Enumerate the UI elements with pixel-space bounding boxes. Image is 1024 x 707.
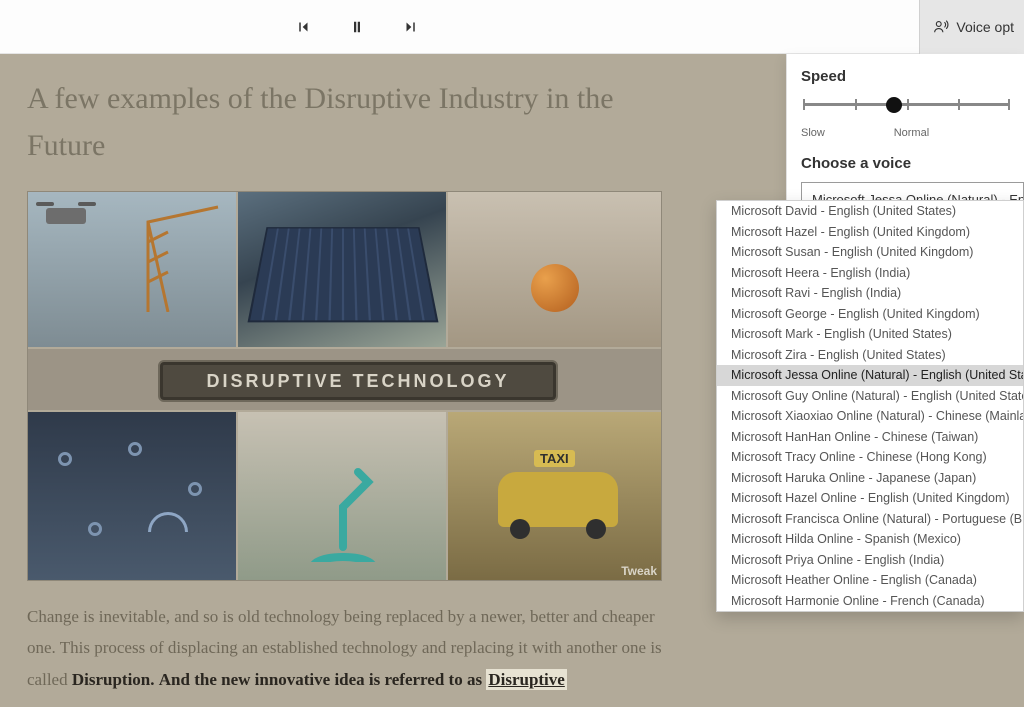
network-node-icon xyxy=(88,522,102,536)
voice-option[interactable]: Microsoft Heera - English (India) xyxy=(717,263,1023,284)
slider-tick xyxy=(907,99,909,110)
watermark-label: Tweak xyxy=(621,564,657,578)
previous-button[interactable] xyxy=(290,14,316,40)
article-image-collage: DISRUPTIVE TECHNOLOGY TAXI Tweak xyxy=(27,191,662,581)
voice-option[interactable]: Microsoft Xiaoxiao Online (Natural) - Ch… xyxy=(717,406,1023,427)
pause-icon xyxy=(348,18,366,36)
drone-icon xyxy=(46,208,86,224)
collage-tile-solar xyxy=(238,192,448,347)
highlight-word-disruption: Disruption. xyxy=(72,670,155,689)
taxi-sign-label: TAXI xyxy=(534,450,575,467)
collage-tile-robot xyxy=(238,412,448,581)
voice-option[interactable]: Microsoft Jessa Online (Natural) - Engli… xyxy=(717,365,1023,386)
voice-option[interactable]: Microsoft Susan - English (United Kingdo… xyxy=(717,242,1023,263)
slider-tick xyxy=(855,99,857,110)
voice-option[interactable]: Microsoft George - English (United Kingd… xyxy=(717,304,1023,325)
collage-tile-taxi: TAXI Tweak xyxy=(448,412,662,581)
playback-controls xyxy=(290,0,424,54)
skip-next-icon xyxy=(402,18,420,36)
collage-tile-network xyxy=(28,412,238,581)
voice-option[interactable]: Microsoft Heather Online - English (Cana… xyxy=(717,570,1023,591)
voice-options-button[interactable]: Voice opt xyxy=(919,0,1024,54)
slider-thumb[interactable] xyxy=(886,97,902,113)
pause-button[interactable] xyxy=(344,14,370,40)
crane-icon xyxy=(138,202,228,312)
article-content: A few examples of the Disruptive Industr… xyxy=(27,76,687,695)
solar-panel-icon xyxy=(248,227,439,322)
slider-tick xyxy=(958,99,960,110)
reader-toolbar: Voice opt xyxy=(0,0,1024,54)
speed-scale-labels: Slow Normal xyxy=(801,127,1010,139)
speed-section-label: Speed xyxy=(801,68,1024,85)
voice-option[interactable]: Microsoft Hazel Online - English (United… xyxy=(717,488,1023,509)
voice-option[interactable]: Microsoft Tracy Online - Chinese (Hong K… xyxy=(717,447,1023,468)
paragraph-text-mid: And the new innovative idea is referred … xyxy=(159,670,487,689)
voice-option[interactable]: Microsoft Zira - English (United States) xyxy=(717,345,1023,366)
speed-slow-label: Slow xyxy=(801,127,825,139)
voice-dropdown-list[interactable]: Microsoft David - English (United States… xyxy=(716,200,1024,612)
robot-arm-icon xyxy=(298,452,388,562)
voice-option[interactable]: Microsoft David - English (United States… xyxy=(717,201,1023,222)
voice-options-label: Voice opt xyxy=(956,19,1014,35)
voice-option[interactable]: Microsoft HanHan Online - Chinese (Taiwa… xyxy=(717,427,1023,448)
article-heading: A few examples of the Disruptive Industr… xyxy=(27,76,687,169)
voice-option[interactable]: Microsoft Priya Online - English (India) xyxy=(717,550,1023,571)
voice-option[interactable]: Microsoft Harmonie Online - French (Cana… xyxy=(717,591,1023,612)
slider-tick xyxy=(1008,99,1010,110)
collage-tile-construction xyxy=(28,192,238,347)
voice-option[interactable]: Microsoft Francisca Online (Natural) - P… xyxy=(717,509,1023,530)
current-reading-word: Disruptive xyxy=(486,669,567,690)
speed-normal-label: Normal xyxy=(894,127,929,139)
voice-option[interactable]: Microsoft Hilda Online - Spanish (Mexico… xyxy=(717,529,1023,550)
article-paragraph: Change is inevitable, and so is old tech… xyxy=(27,601,687,695)
voice-option[interactable]: Microsoft Hazel - English (United Kingdo… xyxy=(717,222,1023,243)
taxi-icon xyxy=(498,472,618,527)
next-button[interactable] xyxy=(398,14,424,40)
network-node-icon xyxy=(188,482,202,496)
collage-banner: DISRUPTIVE TECHNOLOGY xyxy=(158,360,558,402)
voice-option[interactable]: Microsoft Ravi - English (India) xyxy=(717,283,1023,304)
slider-tick xyxy=(803,99,805,110)
network-node-icon xyxy=(58,452,72,466)
network-node-icon xyxy=(128,442,142,456)
voice-option[interactable]: Microsoft Guy Online (Natural) - English… xyxy=(717,386,1023,407)
orange-sphere-icon xyxy=(531,264,579,312)
person-voice-icon xyxy=(932,18,950,36)
choose-voice-label: Choose a voice xyxy=(801,155,1024,172)
collage-tile-sphere xyxy=(448,192,662,347)
speed-slider[interactable] xyxy=(803,95,1010,125)
wifi-icon xyxy=(148,512,188,532)
voice-option[interactable]: Microsoft Haruka Online - Japanese (Japa… xyxy=(717,468,1023,489)
voice-option[interactable]: Microsoft Mark - English (United States) xyxy=(717,324,1023,345)
skip-previous-icon xyxy=(294,18,312,36)
